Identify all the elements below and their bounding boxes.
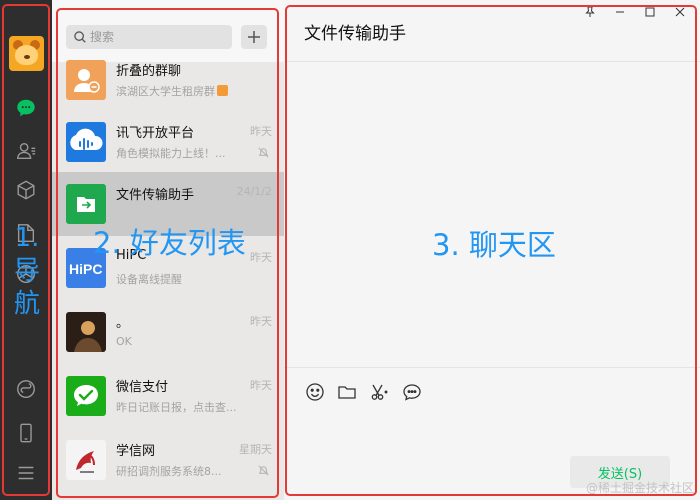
- search-input[interactable]: [90, 27, 226, 47]
- mute-bell-icon: [258, 465, 269, 476]
- chat-name: HiPC: [116, 248, 147, 263]
- close-icon[interactable]: [668, 4, 692, 20]
- chat-bubble-icon[interactable]: [401, 381, 423, 403]
- folded-group-avatar: [66, 60, 106, 100]
- scissors-icon[interactable]: [368, 381, 390, 403]
- files-icon[interactable]: [14, 221, 38, 245]
- list-item-active[interactable]: 文件传输助手 24/1/2: [52, 172, 284, 236]
- chat-name: 折叠的群聊: [116, 64, 182, 79]
- plus-icon: [248, 31, 260, 43]
- chat-preview: 角色模拟能力上线！...: [116, 147, 226, 160]
- nav-rail: [0, 0, 52, 500]
- chat-title: 文件传输助手: [304, 24, 406, 44]
- emoji-icon[interactable]: [304, 381, 326, 403]
- maximize-icon[interactable]: [638, 4, 662, 20]
- chat-preview: OK: [116, 335, 132, 348]
- chat-preview: 研招调剂服务系统8...: [116, 465, 222, 478]
- window-controls: [578, 4, 692, 20]
- svg-text:HiPC: HiPC: [69, 261, 102, 277]
- contacts-icon[interactable]: [14, 139, 38, 163]
- add-button[interactable]: [241, 25, 267, 49]
- message-input[interactable]: [304, 410, 684, 450]
- watermark: @稀土掘金技术社区: [585, 481, 694, 495]
- menu-icon[interactable]: [14, 461, 38, 485]
- phone-icon[interactable]: [14, 421, 38, 445]
- message-area[interactable]: [284, 62, 700, 367]
- chat-name: 微信支付: [116, 380, 169, 395]
- chat-time: 昨天: [250, 251, 272, 264]
- list-item[interactable]: 讯飞开放平台 昨天 角色模拟能力上线！...: [52, 110, 284, 174]
- chat-time: 昨天: [250, 125, 272, 138]
- chat-preview: 设备离线提醒: [116, 273, 182, 286]
- pin-icon[interactable]: [578, 4, 602, 20]
- chat-name: 文件传输助手: [116, 188, 195, 203]
- list-item[interactable]: 折叠的群聊 滨湖区大学生租房群: [52, 48, 284, 112]
- search-icon: [74, 31, 86, 43]
- chsi-avatar: [66, 440, 106, 480]
- folder-icon[interactable]: [336, 381, 358, 403]
- chat-panel: 文件传输助手 发送(S) @稀土掘金技术社区: [284, 0, 700, 500]
- list-item[interactable]: HiPC HiPC 昨天 设备离线提醒: [52, 236, 284, 300]
- favorites-icon[interactable]: [14, 178, 38, 202]
- moments-icon[interactable]: [14, 262, 38, 286]
- chat-time: 星期天: [239, 443, 272, 456]
- list-item[interactable]: 。 昨天 OK: [52, 300, 284, 364]
- mini-program-icon[interactable]: [14, 377, 38, 401]
- chat-time: 昨天: [250, 379, 272, 392]
- chat-list-panel: 折叠的群聊 滨湖区大学生租房群 讯飞开放平台 昨天 角色模拟能力上线！... 文…: [52, 0, 284, 500]
- chat-name: 讯飞开放平台: [116, 126, 195, 141]
- hipc-avatar: HiPC: [66, 248, 106, 288]
- mute-bell-icon: [258, 147, 269, 158]
- chat-preview: 昨日记账日报，点击查...: [116, 401, 237, 414]
- chat-preview: 滨湖区大学生租房群: [116, 83, 256, 99]
- chat-time: 24/1/2: [236, 185, 272, 198]
- search-box[interactable]: [66, 25, 232, 49]
- group-tag-icon: [217, 85, 228, 96]
- iflytek-avatar: [66, 122, 106, 162]
- chat-icon[interactable]: [14, 96, 38, 120]
- person-avatar: [66, 312, 106, 352]
- file-transfer-avatar: [66, 184, 106, 224]
- chat-name: 学信网: [116, 444, 156, 459]
- chat-time: 昨天: [250, 315, 272, 328]
- minimize-icon[interactable]: [608, 4, 632, 20]
- list-item[interactable]: 微信支付 昨天 昨日记账日报，点击查...: [52, 364, 284, 428]
- wechat-pay-avatar: [66, 376, 106, 416]
- list-item[interactable]: 学信网 星期天 研招调剂服务系统8...: [52, 428, 284, 492]
- wechat-window: 折叠的群聊 滨湖区大学生租房群 讯飞开放平台 昨天 角色模拟能力上线！... 文…: [0, 0, 700, 500]
- composer-divider: [284, 367, 700, 368]
- avatar[interactable]: [9, 36, 44, 71]
- chat-name: 。: [116, 316, 130, 331]
